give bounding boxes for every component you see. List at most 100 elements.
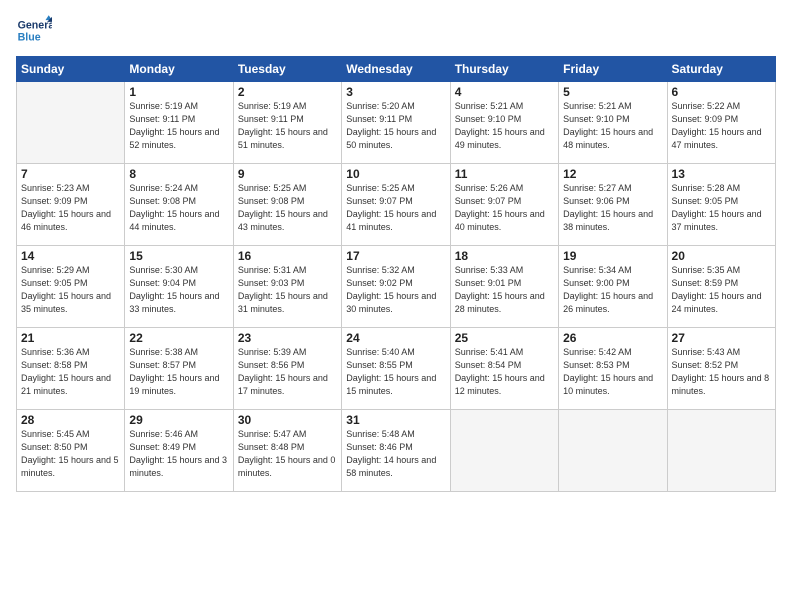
calendar-cell: 6 Sunrise: 5:22 AMSunset: 9:09 PMDayligh… (667, 82, 775, 164)
calendar-cell: 14 Sunrise: 5:29 AMSunset: 9:05 PMDaylig… (17, 246, 125, 328)
calendar-cell: 30 Sunrise: 5:47 AMSunset: 8:48 PMDaylig… (233, 410, 341, 492)
day-number: 24 (346, 331, 445, 345)
day-number: 29 (129, 413, 228, 427)
day-number: 27 (672, 331, 771, 345)
calendar-cell (450, 410, 558, 492)
calendar-cell: 16 Sunrise: 5:31 AMSunset: 9:03 PMDaylig… (233, 246, 341, 328)
day-info: Sunrise: 5:39 AMSunset: 8:56 PMDaylight:… (238, 346, 337, 398)
day-number: 7 (21, 167, 120, 181)
calendar-cell: 1 Sunrise: 5:19 AMSunset: 9:11 PMDayligh… (125, 82, 233, 164)
day-info: Sunrise: 5:42 AMSunset: 8:53 PMDaylight:… (563, 346, 662, 398)
calendar-cell (17, 82, 125, 164)
weekday-header-wednesday: Wednesday (342, 57, 450, 82)
logo-icon: General Blue (16, 12, 52, 48)
calendar-cell: 18 Sunrise: 5:33 AMSunset: 9:01 PMDaylig… (450, 246, 558, 328)
day-info: Sunrise: 5:33 AMSunset: 9:01 PMDaylight:… (455, 264, 554, 316)
day-number: 4 (455, 85, 554, 99)
calendar-cell: 20 Sunrise: 5:35 AMSunset: 8:59 PMDaylig… (667, 246, 775, 328)
day-number: 10 (346, 167, 445, 181)
day-info: Sunrise: 5:29 AMSunset: 9:05 PMDaylight:… (21, 264, 120, 316)
day-number: 25 (455, 331, 554, 345)
week-row-5: 28 Sunrise: 5:45 AMSunset: 8:50 PMDaylig… (17, 410, 776, 492)
week-row-4: 21 Sunrise: 5:36 AMSunset: 8:58 PMDaylig… (17, 328, 776, 410)
day-number: 9 (238, 167, 337, 181)
weekday-header-friday: Friday (559, 57, 667, 82)
day-number: 30 (238, 413, 337, 427)
calendar-cell: 8 Sunrise: 5:24 AMSunset: 9:08 PMDayligh… (125, 164, 233, 246)
day-number: 28 (21, 413, 120, 427)
weekday-header-sunday: Sunday (17, 57, 125, 82)
week-row-2: 7 Sunrise: 5:23 AMSunset: 9:09 PMDayligh… (17, 164, 776, 246)
day-info: Sunrise: 5:21 AMSunset: 9:10 PMDaylight:… (455, 100, 554, 152)
day-info: Sunrise: 5:21 AMSunset: 9:10 PMDaylight:… (563, 100, 662, 152)
day-info: Sunrise: 5:28 AMSunset: 9:05 PMDaylight:… (672, 182, 771, 234)
day-number: 18 (455, 249, 554, 263)
calendar-cell: 4 Sunrise: 5:21 AMSunset: 9:10 PMDayligh… (450, 82, 558, 164)
calendar-cell: 23 Sunrise: 5:39 AMSunset: 8:56 PMDaylig… (233, 328, 341, 410)
calendar-cell (667, 410, 775, 492)
day-number: 21 (21, 331, 120, 345)
day-info: Sunrise: 5:25 AMSunset: 9:07 PMDaylight:… (346, 182, 445, 234)
day-info: Sunrise: 5:35 AMSunset: 8:59 PMDaylight:… (672, 264, 771, 316)
day-info: Sunrise: 5:36 AMSunset: 8:58 PMDaylight:… (21, 346, 120, 398)
day-number: 5 (563, 85, 662, 99)
calendar-cell: 2 Sunrise: 5:19 AMSunset: 9:11 PMDayligh… (233, 82, 341, 164)
day-number: 12 (563, 167, 662, 181)
calendar-cell: 15 Sunrise: 5:30 AMSunset: 9:04 PMDaylig… (125, 246, 233, 328)
calendar-cell: 19 Sunrise: 5:34 AMSunset: 9:00 PMDaylig… (559, 246, 667, 328)
weekday-header-monday: Monday (125, 57, 233, 82)
day-info: Sunrise: 5:19 AMSunset: 9:11 PMDaylight:… (238, 100, 337, 152)
day-number: 17 (346, 249, 445, 263)
day-number: 19 (563, 249, 662, 263)
calendar-cell: 28 Sunrise: 5:45 AMSunset: 8:50 PMDaylig… (17, 410, 125, 492)
day-info: Sunrise: 5:46 AMSunset: 8:49 PMDaylight:… (129, 428, 228, 480)
day-number: 20 (672, 249, 771, 263)
day-number: 1 (129, 85, 228, 99)
day-number: 15 (129, 249, 228, 263)
day-number: 22 (129, 331, 228, 345)
day-info: Sunrise: 5:22 AMSunset: 9:09 PMDaylight:… (672, 100, 771, 152)
day-info: Sunrise: 5:41 AMSunset: 8:54 PMDaylight:… (455, 346, 554, 398)
day-info: Sunrise: 5:30 AMSunset: 9:04 PMDaylight:… (129, 264, 228, 316)
calendar-cell: 27 Sunrise: 5:43 AMSunset: 8:52 PMDaylig… (667, 328, 775, 410)
day-info: Sunrise: 5:32 AMSunset: 9:02 PMDaylight:… (346, 264, 445, 316)
calendar-cell: 9 Sunrise: 5:25 AMSunset: 9:08 PMDayligh… (233, 164, 341, 246)
svg-text:General: General (18, 19, 52, 31)
calendar-cell: 12 Sunrise: 5:27 AMSunset: 9:06 PMDaylig… (559, 164, 667, 246)
day-number: 14 (21, 249, 120, 263)
day-number: 3 (346, 85, 445, 99)
weekday-header-thursday: Thursday (450, 57, 558, 82)
day-info: Sunrise: 5:45 AMSunset: 8:50 PMDaylight:… (21, 428, 120, 480)
calendar-cell: 24 Sunrise: 5:40 AMSunset: 8:55 PMDaylig… (342, 328, 450, 410)
calendar-cell: 17 Sunrise: 5:32 AMSunset: 9:02 PMDaylig… (342, 246, 450, 328)
calendar-cell: 22 Sunrise: 5:38 AMSunset: 8:57 PMDaylig… (125, 328, 233, 410)
calendar-cell: 5 Sunrise: 5:21 AMSunset: 9:10 PMDayligh… (559, 82, 667, 164)
svg-text:Blue: Blue (18, 32, 41, 44)
weekday-header-tuesday: Tuesday (233, 57, 341, 82)
week-row-1: 1 Sunrise: 5:19 AMSunset: 9:11 PMDayligh… (17, 82, 776, 164)
calendar-cell: 10 Sunrise: 5:25 AMSunset: 9:07 PMDaylig… (342, 164, 450, 246)
day-number: 11 (455, 167, 554, 181)
day-info: Sunrise: 5:24 AMSunset: 9:08 PMDaylight:… (129, 182, 228, 234)
day-number: 16 (238, 249, 337, 263)
header: General Blue (16, 12, 776, 48)
weekday-header-saturday: Saturday (667, 57, 775, 82)
calendar-cell: 13 Sunrise: 5:28 AMSunset: 9:05 PMDaylig… (667, 164, 775, 246)
calendar-table: SundayMondayTuesdayWednesdayThursdayFrid… (16, 56, 776, 492)
calendar-cell (559, 410, 667, 492)
day-info: Sunrise: 5:34 AMSunset: 9:00 PMDaylight:… (563, 264, 662, 316)
day-number: 13 (672, 167, 771, 181)
day-info: Sunrise: 5:43 AMSunset: 8:52 PMDaylight:… (672, 346, 771, 398)
day-number: 26 (563, 331, 662, 345)
day-number: 31 (346, 413, 445, 427)
calendar-cell: 29 Sunrise: 5:46 AMSunset: 8:49 PMDaylig… (125, 410, 233, 492)
day-info: Sunrise: 5:40 AMSunset: 8:55 PMDaylight:… (346, 346, 445, 398)
day-info: Sunrise: 5:20 AMSunset: 9:11 PMDaylight:… (346, 100, 445, 152)
calendar-cell: 11 Sunrise: 5:26 AMSunset: 9:07 PMDaylig… (450, 164, 558, 246)
calendar-cell: 31 Sunrise: 5:48 AMSunset: 8:46 PMDaylig… (342, 410, 450, 492)
calendar-cell: 7 Sunrise: 5:23 AMSunset: 9:09 PMDayligh… (17, 164, 125, 246)
day-info: Sunrise: 5:48 AMSunset: 8:46 PMDaylight:… (346, 428, 445, 480)
weekday-header-row: SundayMondayTuesdayWednesdayThursdayFrid… (17, 57, 776, 82)
calendar-cell: 25 Sunrise: 5:41 AMSunset: 8:54 PMDaylig… (450, 328, 558, 410)
day-number: 8 (129, 167, 228, 181)
